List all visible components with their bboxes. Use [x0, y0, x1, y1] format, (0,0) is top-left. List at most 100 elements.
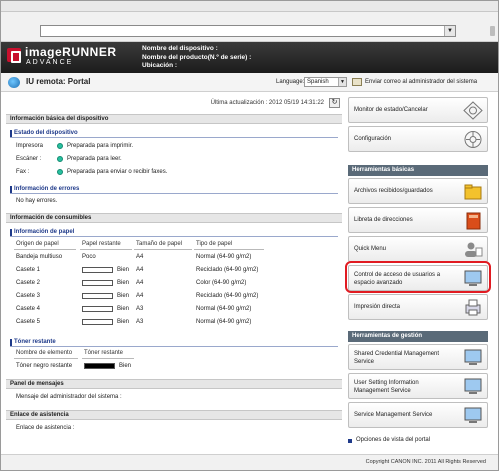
main-content: Última actualización : 2012 05/19 14:31:… — [6, 97, 342, 445]
table-cell: Normal (64-90 g/m2) — [196, 319, 252, 325]
toner-value: Bien — [119, 363, 132, 369]
bullet-icon — [348, 439, 352, 443]
device-info: Nombre del dispositivo : Nombre del prod… — [142, 45, 251, 71]
direct-print-button[interactable]: Impresión directa — [348, 294, 488, 320]
divider — [80, 249, 132, 250]
table-cell: A3 — [136, 306, 144, 312]
printer-status: Preparada para imprimir. — [67, 143, 134, 149]
monitor-screen-icon — [464, 378, 482, 394]
address-book-icon — [466, 212, 481, 230]
table-cell: Color (64-90 g/m2) — [196, 280, 247, 286]
brand-subtitle: ADVANCE — [26, 59, 74, 66]
device-name-label: Nombre del dispositivo : — [142, 45, 218, 52]
fax-status: Preparada para enviar o recibir faxes. — [67, 169, 168, 175]
chevron-down-icon[interactable]: ▼ — [444, 26, 455, 36]
table-cell: Normal (64-90 g/m2) — [196, 306, 252, 312]
scms-label: Shared Credential Management Service — [354, 350, 439, 366]
table-row: Casete 2 — [16, 280, 41, 286]
quick-menu-button[interactable]: Quick Menu — [348, 236, 488, 262]
paper-level-bar — [82, 319, 113, 325]
printer-icon — [465, 299, 481, 316]
uism-button[interactable]: User Setting Information Management Serv… — [348, 373, 488, 399]
direct-print-label: Impresión directa — [354, 304, 401, 310]
location-label: Ubicación : — [142, 62, 178, 69]
divider — [14, 358, 78, 359]
monitor-icon — [463, 101, 483, 120]
monitor-button[interactable]: Monitor de estado/Cancelar — [348, 97, 488, 123]
table-cell: Bien — [117, 267, 130, 273]
consumables-header: Información de consumibles — [6, 213, 342, 223]
table-cell: Reciclado (64-90 g/m2) — [196, 267, 259, 273]
admin-message: Mensaje del administrador del sistema : — [16, 394, 122, 400]
user-icon — [465, 242, 483, 257]
col-header: Tipo de papel — [196, 241, 233, 247]
scms-button[interactable]: Shared Credential Management Service — [348, 344, 488, 370]
table-row: Casete 3 — [16, 293, 41, 299]
uism-label-line2: Management Service — [354, 388, 411, 394]
uism-label-line1: User Setting Information — [354, 380, 419, 386]
messages-header: Panel de mensajes — [6, 379, 342, 389]
table-cell: Bien — [117, 280, 130, 286]
scrollbar-thumb[interactable] — [490, 26, 495, 36]
sms-button[interactable]: Service Management Service — [348, 402, 488, 428]
status-ok-icon — [57, 143, 63, 149]
table-cell: Bien — [117, 319, 130, 325]
scanner-status: Preparada para leer. — [67, 156, 122, 162]
table-cell: A4 — [136, 254, 144, 260]
divider — [134, 249, 192, 250]
table-row: Bandeja multiuso — [16, 254, 63, 260]
monitor-label: Monitor de estado/Cancelar — [354, 107, 428, 113]
portal-options-link[interactable]: Opciones de vista del portal — [356, 437, 430, 443]
monitor-screen-icon — [464, 349, 482, 365]
uism-label: User Setting Information Management Serv… — [354, 379, 419, 395]
language-select[interactable]: Spanish ▼ — [304, 77, 347, 87]
table-cell: A4 — [136, 280, 144, 286]
configuration-button[interactable]: Configuración — [348, 126, 488, 152]
address-dropdown[interactable]: ▼ — [40, 25, 456, 37]
col-header: Origen de papel — [16, 241, 59, 247]
chevron-down-icon[interactable]: ▼ — [338, 78, 346, 86]
address-book-label: Libreta de direcciones — [354, 217, 413, 223]
col-header: Papel restante — [82, 241, 121, 247]
table-cell: Bien — [117, 293, 130, 299]
brand-name: imageRUNNER — [25, 45, 117, 59]
col-header: Nombre de elemento — [16, 350, 73, 356]
highlight-outline — [345, 261, 491, 293]
footer: Copyright CANON INC. 2011 All Rights Res… — [1, 454, 498, 470]
status-ok-icon — [57, 169, 63, 175]
printer-label: Impresora — [16, 143, 44, 149]
support-link[interactable]: Enlace de asistencia : — [16, 425, 74, 431]
monitor-screen-icon — [464, 407, 482, 423]
paper-level-bar — [82, 306, 113, 312]
quick-menu-label: Quick Menu — [354, 246, 387, 252]
configuration-label: Configuración — [354, 136, 392, 142]
address-book-button[interactable]: Libreta de direcciones — [348, 207, 488, 233]
table-row: Casete 5 — [16, 319, 41, 325]
language-value: Spanish — [307, 79, 329, 85]
col-header: Tamaño de papel — [136, 241, 183, 247]
mail-icon[interactable] — [352, 78, 362, 86]
folder-icon — [464, 184, 482, 200]
paper-level-bar — [82, 293, 113, 299]
table-cell: Normal (64-90 g/m2) — [196, 254, 252, 260]
received-files-button[interactable]: Archivos recibidos/guardados — [348, 178, 488, 204]
table-cell: A4 — [136, 293, 144, 299]
sms-label: Service Management Service — [354, 412, 433, 418]
basic-tools-header: Herramientas básicas — [348, 165, 488, 176]
fax-label: Fax : — [16, 169, 30, 175]
toner-header: Tóner restante — [10, 338, 338, 347]
toner-name: Tóner negro restante — [16, 363, 73, 369]
language-label: Language: — [276, 79, 305, 85]
divider — [82, 358, 134, 359]
table-cell: A4 — [136, 267, 144, 273]
paper-level-bar — [82, 280, 113, 286]
basic-info-header: Información básica del dispositivo — [6, 114, 342, 124]
refresh-icon[interactable]: ↻ — [329, 98, 340, 108]
copyright-text: Copyright CANON INC. 2011 All Rights Res… — [365, 459, 486, 465]
scanner-label: Escáner : — [16, 156, 42, 162]
no-errors-text: No hay errores. — [16, 198, 58, 204]
table-row: Casete 1 — [16, 267, 41, 273]
received-files-label: Archivos recibidos/guardados — [354, 188, 433, 194]
right-panel: Monitor de estado/Cancelar Configuración… — [345, 97, 492, 445]
mail-admin-link[interactable]: Enviar correo al administrador del siste… — [365, 79, 477, 85]
